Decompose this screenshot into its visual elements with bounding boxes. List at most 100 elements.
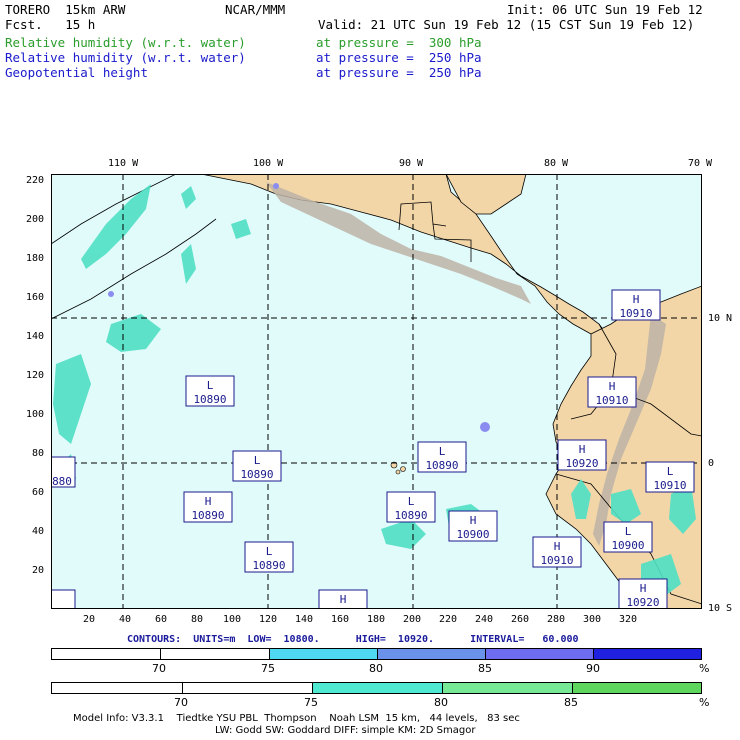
hl-value: 10920 bbox=[565, 457, 598, 470]
colorbar-rh300 bbox=[51, 682, 702, 694]
hl-value: 10890 bbox=[193, 393, 226, 406]
field-2-level: at pressure = 250 hPa bbox=[316, 50, 482, 65]
x-tick: 260 bbox=[511, 614, 530, 625]
lon-label-70w: 70 W bbox=[688, 158, 713, 169]
hl-value: 10910 bbox=[653, 479, 686, 492]
cb250-label: 90 bbox=[586, 662, 600, 675]
lon-label-100w: 100 W bbox=[253, 158, 284, 169]
lon-label-90w: 90 W bbox=[399, 158, 424, 169]
hl-letter: H bbox=[640, 582, 647, 595]
field-3-level: at pressure = 250 hPa bbox=[316, 65, 482, 80]
organization: NCAR/MMM bbox=[225, 2, 286, 17]
y-tick: 40 bbox=[32, 526, 45, 537]
valid-time: Valid: 21 UTC Sun 19 Feb 12 (15 CST Sun … bbox=[318, 17, 695, 32]
galapagos-island bbox=[395, 469, 401, 475]
hl-letter: H bbox=[470, 514, 477, 527]
galapagos-island bbox=[400, 466, 406, 472]
lon-label-80w: 80 W bbox=[544, 158, 569, 169]
hl-value: 10920 bbox=[626, 596, 659, 609]
hl-value: 10910 bbox=[619, 307, 652, 320]
y-tick: 140 bbox=[26, 331, 45, 342]
lat-label-10n: 10 N bbox=[708, 313, 733, 324]
hl-value: 10890 bbox=[240, 468, 273, 481]
x-tick: 60 bbox=[155, 614, 168, 625]
forecast-hour: Fcst. 15 h bbox=[5, 17, 96, 32]
cb250-seg bbox=[485, 649, 593, 659]
y-tick: 60 bbox=[32, 487, 45, 498]
cb300-label: 85 bbox=[564, 696, 578, 709]
y-tick: 220 bbox=[26, 175, 45, 186]
cb250-label: 80 bbox=[369, 662, 383, 675]
physics-info: LW: Godd SW: Goddard DIFF: simple KM: 2D… bbox=[215, 725, 476, 736]
y-tick: 80 bbox=[32, 448, 45, 459]
hl-letter: L bbox=[266, 545, 273, 558]
cb250-seg bbox=[377, 649, 485, 659]
x-tick: 320 bbox=[619, 614, 638, 625]
cb250-label: 85 bbox=[478, 662, 492, 675]
cb300-label: % bbox=[699, 696, 710, 709]
cb250-seg bbox=[593, 649, 701, 659]
x-tick: 80 bbox=[191, 614, 204, 625]
x-tick: 20 bbox=[83, 614, 96, 625]
cb250-seg bbox=[269, 649, 377, 659]
x-tick: 240 bbox=[475, 614, 494, 625]
cb250-label: % bbox=[699, 662, 710, 675]
x-tick: 280 bbox=[547, 614, 566, 625]
hl-value: 10910 bbox=[540, 554, 573, 567]
y-tick: 160 bbox=[26, 292, 45, 303]
y-tick: 20 bbox=[32, 565, 45, 576]
model-name: TORERO 15km ARW bbox=[5, 2, 126, 17]
lat-label-0: 0 bbox=[708, 458, 715, 469]
x-tick: 100 bbox=[223, 614, 242, 625]
hl-letter: L bbox=[207, 379, 214, 392]
x-tick: 200 bbox=[403, 614, 422, 625]
x-tick: 300 bbox=[583, 614, 602, 625]
hl-letter: L bbox=[439, 445, 446, 458]
model-info: Model Info: V3.3.1 Tiedtke YSU PBL Thomp… bbox=[73, 713, 520, 724]
lon-label-110w: 110 W bbox=[108, 158, 139, 169]
weather-map: L 10890 L 10890 H 10890 L 10890 L 10890 … bbox=[51, 174, 702, 609]
hl-value: 10900 bbox=[456, 528, 489, 541]
x-tick: 220 bbox=[439, 614, 458, 625]
hl-value: 10900 bbox=[611, 539, 644, 552]
hl-letter: L bbox=[667, 465, 674, 478]
y-tick: 200 bbox=[26, 214, 45, 225]
hl-value: 10890 bbox=[191, 509, 224, 522]
init-time: Init: 06 UTC Sun 19 Feb 12 bbox=[507, 2, 703, 17]
y-tick: 180 bbox=[26, 253, 45, 264]
cb250-label: 75 bbox=[261, 662, 275, 675]
hl-value: 10890 bbox=[252, 559, 285, 572]
hl-value: 10890 bbox=[425, 459, 458, 472]
cb300-seg bbox=[572, 683, 701, 693]
contours-info: CONTOURS: UNITS=m LOW= 10800. HIGH= 1092… bbox=[127, 634, 579, 645]
lat-label-10s: 10 S bbox=[708, 603, 733, 614]
field-1-level: at pressure = 300 hPa bbox=[316, 35, 482, 50]
x-tick: 140 bbox=[295, 614, 314, 625]
hl-value: 10910 bbox=[595, 394, 628, 407]
hl-letter: H bbox=[633, 293, 640, 306]
cb300-label: 70 bbox=[174, 696, 188, 709]
y-tick: 100 bbox=[26, 409, 45, 420]
field-3-name: Geopotential height bbox=[5, 65, 148, 80]
cb300-seg bbox=[312, 683, 442, 693]
cb300-label: 75 bbox=[304, 696, 318, 709]
field-1-name: Relative humidity (w.r.t. water) bbox=[5, 35, 246, 50]
x-tick: 160 bbox=[331, 614, 350, 625]
cb300-seg bbox=[442, 683, 572, 693]
y-tick: 120 bbox=[26, 370, 45, 381]
hl-letter: H bbox=[205, 495, 212, 508]
colorbar-rh250 bbox=[51, 648, 702, 660]
hl-letter: H bbox=[609, 380, 616, 393]
hl-letter: L bbox=[254, 454, 261, 467]
hl-letter: H bbox=[340, 593, 347, 606]
x-tick: 40 bbox=[119, 614, 132, 625]
hl-letter: L bbox=[625, 525, 632, 538]
cb250-label: 70 bbox=[152, 662, 166, 675]
hl-letter: H bbox=[579, 443, 586, 456]
hl-value: 880 bbox=[52, 475, 72, 488]
cb300-label: 80 bbox=[434, 696, 448, 709]
field-2-name: Relative humidity (w.r.t. water) bbox=[5, 50, 246, 65]
x-tick: 120 bbox=[259, 614, 278, 625]
hl-value: 10890 bbox=[394, 509, 427, 522]
x-tick: 180 bbox=[367, 614, 386, 625]
